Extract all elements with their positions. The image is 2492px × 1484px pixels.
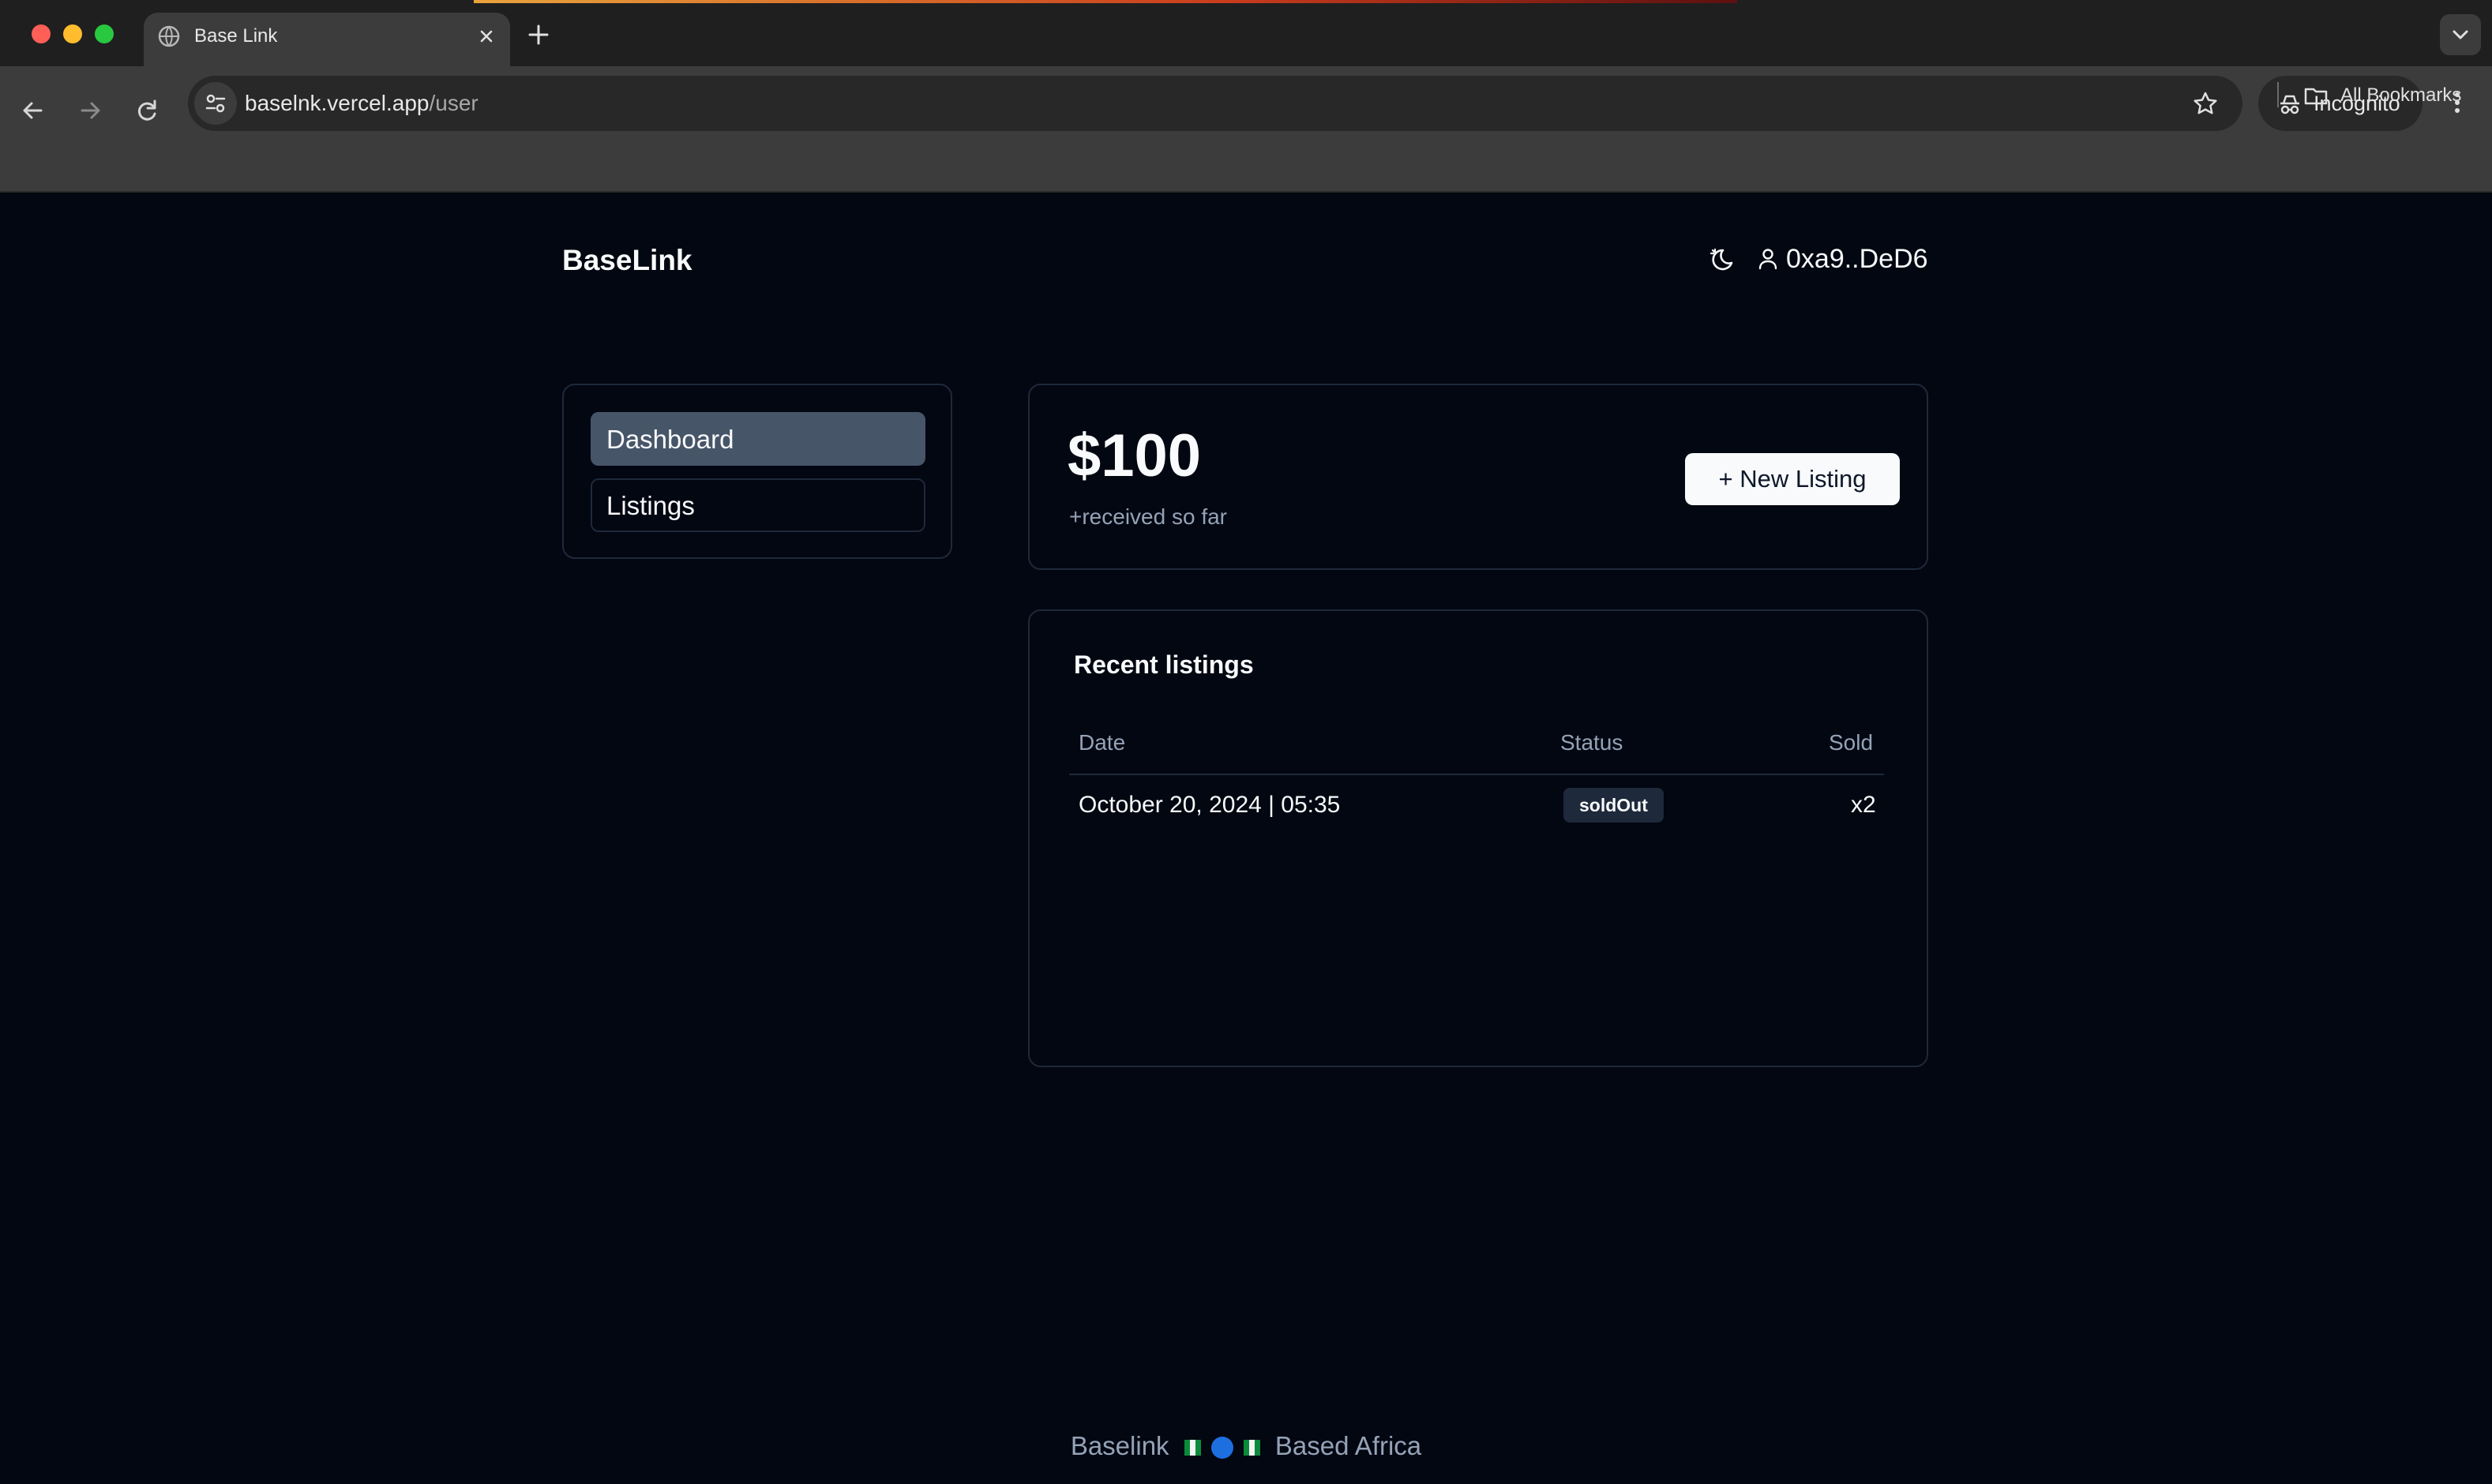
listing-sold-count: x2 (1851, 792, 1876, 818)
incognito-icon (2280, 95, 2299, 114)
tune-icon (205, 94, 226, 113)
window-zoom-button[interactable] (95, 24, 114, 43)
browser-toolbar: baselnk.vercel.app/user Incognito (0, 66, 2492, 193)
forward-arrow-icon[interactable] (69, 90, 111, 131)
column-header-date: Date (1079, 730, 1126, 755)
all-bookmarks-link[interactable]: All Bookmarks (2340, 84, 2461, 107)
wallet-address: 0xa9..DeD6 (1786, 244, 1928, 274)
sidebar-item-listings[interactable]: Listings (591, 478, 925, 532)
listing-date: October 20, 2024 | 05:35 (1079, 792, 1341, 818)
sidebar-item-label: Listings (606, 491, 695, 520)
recent-listings-title: Recent listings (1074, 650, 1254, 679)
site-info-button[interactable] (194, 82, 237, 125)
address-bar[interactable]: baselnk.vercel.app/user (188, 76, 2242, 131)
url-text[interactable]: baselnk.vercel.app/user (245, 91, 479, 116)
theme-toggle-icon[interactable] (1706, 243, 1739, 276)
footer-tagline: Based Africa (1274, 1431, 1422, 1460)
globe-icon (158, 25, 180, 47)
back-arrow-icon[interactable] (13, 90, 54, 131)
star-icon[interactable] (2192, 90, 2219, 117)
folder-icon[interactable] (2302, 82, 2329, 109)
footer: Baselink Based Africa (0, 1430, 2492, 1462)
earnings-amount: $100 (1068, 422, 1202, 489)
chevron-down-icon (2453, 30, 2468, 39)
recent-listings-card: Recent listings Date Status Sold October… (1028, 609, 1928, 1067)
window-close-button[interactable] (32, 24, 51, 43)
page-load-indicator (474, 0, 1737, 3)
close-icon[interactable] (474, 24, 499, 49)
table-header-divider (1069, 774, 1884, 775)
window-minimize-button[interactable] (63, 24, 82, 43)
new-listing-button[interactable]: + New Listing (1685, 453, 1900, 505)
site-logo[interactable]: BaseLink (562, 243, 692, 278)
url-path: /user (429, 91, 479, 115)
user-icon (1758, 249, 1777, 270)
earnings-subtitle: +received so far (1069, 504, 1227, 529)
bookmarks-divider (2277, 82, 2279, 107)
flags-icon (1184, 1437, 1260, 1460)
browser-tab[interactable]: Base Link (144, 13, 510, 66)
sidebar-item-dashboard[interactable]: Dashboard (591, 412, 925, 466)
tab-title: Base Link (194, 25, 278, 47)
footer-brand: Baselink (1070, 1431, 1169, 1460)
reload-icon[interactable] (126, 90, 167, 131)
plus-icon[interactable] (524, 21, 553, 49)
status-badge: soldOut (1563, 788, 1664, 823)
column-header-status: Status (1560, 730, 1623, 755)
sidebar-nav: Dashboard Listings (562, 384, 952, 559)
page-content: BaseLink 0xa9..DeD6 Dashboard Listings $… (0, 193, 2492, 1484)
browser-tab-strip: Base Link (0, 0, 2492, 66)
tab-search-button[interactable] (2440, 14, 2481, 55)
url-host: baselnk.vercel.app (245, 91, 430, 115)
column-header-sold: Sold (1829, 730, 1874, 755)
sidebar-item-label: Dashboard (606, 425, 734, 454)
